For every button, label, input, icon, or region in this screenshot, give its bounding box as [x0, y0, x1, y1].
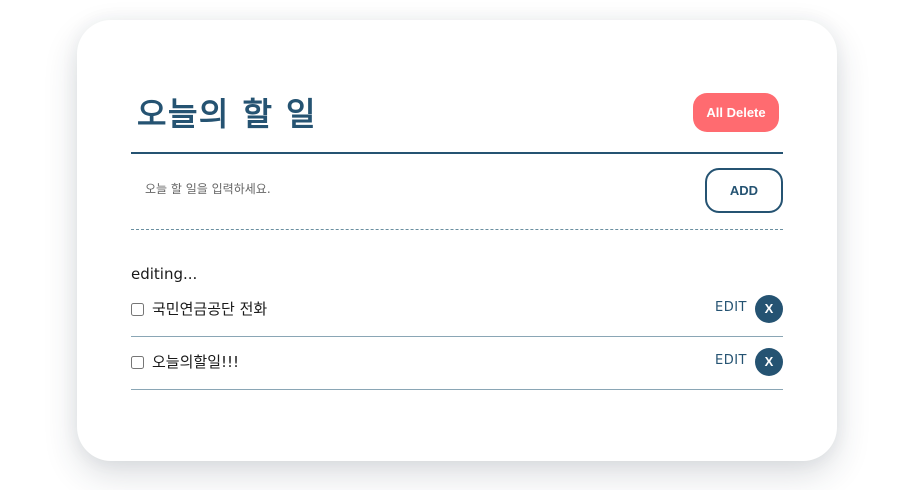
edit-button[interactable]: EDIT — [715, 353, 747, 368]
todo-input[interactable] — [131, 172, 705, 206]
todo-card: 오늘의 할 일 All Delete ADD editing... 국민연금공단… — [77, 20, 837, 461]
todo-checkbox[interactable] — [131, 356, 144, 369]
all-delete-button[interactable]: All Delete — [693, 93, 779, 132]
todo-checkbox[interactable] — [131, 303, 144, 316]
todo-text: 국민연금공단 전화 — [152, 300, 268, 318]
header: 오늘의 할 일 All Delete — [131, 92, 783, 154]
edit-button[interactable]: EDIT — [715, 300, 747, 315]
todo-item: 국민연금공단 전화 EDIT X — [131, 284, 783, 337]
todo-item: 오늘의할일!!! EDIT X — [131, 337, 783, 390]
add-button[interactable]: ADD — [705, 168, 783, 213]
todo-list: 국민연금공단 전화 EDIT X 오늘의할일!!! EDIT X — [131, 284, 783, 390]
delete-button[interactable]: X — [755, 295, 783, 323]
todo-text: 오늘의할일!!! — [152, 353, 240, 371]
editing-status: editing... — [131, 265, 198, 283]
page-background: 오늘의 할 일 All Delete ADD editing... 국민연금공단… — [0, 0, 918, 490]
todo-input-row: ADD — [131, 154, 783, 230]
page-title: 오늘의 할 일 — [137, 95, 317, 133]
delete-button[interactable]: X — [755, 348, 783, 376]
